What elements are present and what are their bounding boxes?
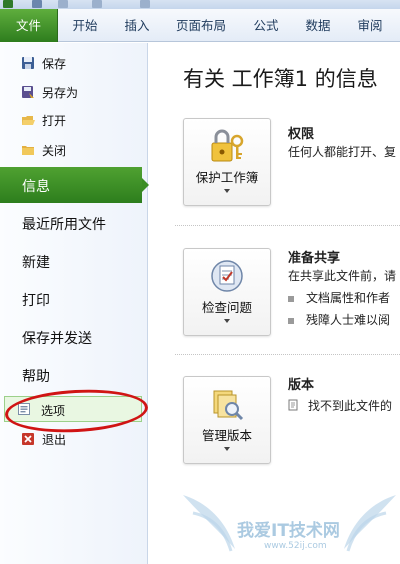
- permissions-description: 任何人都能打开、复: [288, 145, 397, 159]
- versions-heading: 版本: [288, 378, 315, 393]
- save-label: 保存: [42, 57, 67, 71]
- nav-print[interactable]: 打印: [0, 281, 148, 317]
- bullet-item: 文档属性和作者: [288, 289, 390, 306]
- save-as-label: 另存为: [42, 86, 79, 100]
- open-folder-icon: [22, 116, 35, 125]
- nav-new[interactable]: 新建: [0, 243, 148, 279]
- bullet-icon: [288, 295, 294, 302]
- save-as-icon: [22, 86, 34, 98]
- undo-icon[interactable]: [58, 0, 68, 8]
- bullet-item: 残障人士难以阅: [288, 311, 390, 328]
- page-title: 有关 工作簿1 的信息: [183, 67, 378, 91]
- manage-versions-icon: [213, 390, 244, 421]
- close-label: 关闭: [42, 144, 67, 158]
- tab-home[interactable]: 开始: [62, 9, 108, 42]
- dropdown-arrow-icon: [224, 319, 230, 323]
- save-command[interactable]: 保存: [0, 51, 148, 75]
- save-as-command[interactable]: 另存为: [0, 80, 148, 104]
- versions-description-text: 找不到此文件的: [308, 399, 393, 413]
- nav-save-send-label: 保存并发送: [22, 331, 92, 347]
- close-folder-icon: [22, 146, 34, 155]
- tab-insert[interactable]: 插入: [114, 9, 160, 42]
- close-command[interactable]: 关闭: [0, 138, 148, 162]
- tab-file[interactable]: 文件: [0, 9, 58, 42]
- excel-logo-icon: [3, 0, 13, 8]
- tab-review[interactable]: 审阅: [348, 9, 392, 42]
- document-icon: [288, 399, 298, 411]
- quick-access-toolbar: [0, 0, 400, 9]
- ribbon-tab-bar: 文件 开始 插入 页面布局 公式 数据 审阅: [0, 9, 400, 42]
- check-issues-button[interactable]: 检查问题: [183, 248, 271, 336]
- tab-data[interactable]: 数据: [296, 9, 340, 42]
- tab-page-layout[interactable]: 页面布局: [168, 9, 234, 42]
- tab-formulas[interactable]: 公式: [244, 9, 288, 42]
- backstage-nav: 保存 另存为 打开 关闭 信息 最近所用文件 新建 打印 保存并发送 帮助 选项…: [0, 43, 149, 564]
- nav-help[interactable]: 帮助: [0, 357, 148, 393]
- save-icon: [22, 57, 34, 69]
- bullet-icon: [288, 317, 294, 324]
- section-divider: [175, 354, 400, 355]
- bullet-text: 残障人士难以阅: [306, 313, 391, 327]
- nav-recent-label: 最近所用文件: [22, 217, 106, 233]
- prepare-sharing-heading: 准备共享: [288, 251, 341, 266]
- dropdown-arrow-icon: [224, 189, 230, 193]
- nav-help-label: 帮助: [22, 369, 50, 385]
- selected-arrow: [142, 178, 149, 192]
- exit-label: 退出: [42, 433, 67, 447]
- manage-versions-label: 管理版本: [201, 428, 252, 443]
- nav-info[interactable]: 信息: [0, 167, 149, 203]
- dropdown-arrow-icon: [224, 447, 230, 451]
- bullet-text: 文档属性和作者: [306, 291, 391, 305]
- nav-save-send[interactable]: 保存并发送: [0, 319, 148, 355]
- nav-recent[interactable]: 最近所用文件: [0, 205, 148, 241]
- check-issues-label: 检查问题: [201, 300, 252, 315]
- save-icon[interactable]: [32, 0, 42, 8]
- redo-icon[interactable]: [92, 0, 102, 8]
- protect-workbook-button[interactable]: 保护工作簿: [183, 118, 271, 206]
- manage-versions-button[interactable]: 管理版本: [183, 376, 271, 464]
- info-pane: 有关 工作簿1 的信息 保护工作簿 权限 任何人都能打开、复 检查问题 准备共享…: [149, 43, 400, 564]
- lock-keys-icon: [211, 129, 244, 162]
- prepare-sharing-description: 在共享此文件前，请: [288, 269, 397, 283]
- protect-workbook-label: 保护工作簿: [195, 170, 259, 185]
- section-divider: [175, 225, 400, 226]
- customize-icon[interactable]: [140, 0, 150, 8]
- watermark-url: www.52ij.com: [264, 541, 327, 551]
- inspect-document-icon: [211, 260, 243, 292]
- watermark-text: 我爱IT技术网: [237, 521, 340, 541]
- exit-icon: [22, 433, 34, 445]
- open-command[interactable]: 打开: [0, 108, 148, 132]
- open-label: 打开: [42, 114, 67, 128]
- versions-description: 找不到此文件的: [288, 397, 392, 414]
- nav-new-label: 新建: [22, 255, 50, 271]
- nav-print-label: 打印: [22, 293, 50, 309]
- nav-info-label: 信息: [22, 179, 50, 195]
- permissions-heading: 权限: [288, 127, 315, 142]
